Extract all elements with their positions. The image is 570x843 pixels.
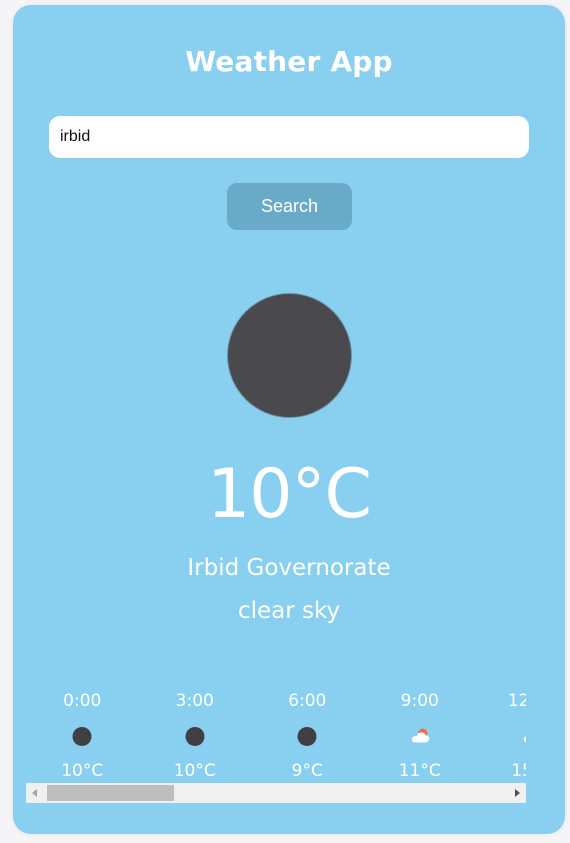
night-clear-icon (72, 727, 92, 746)
forecast-item: 12:00 15°C (476, 685, 526, 785)
forecast-time: 6:00 (288, 691, 327, 711)
weather-description: clear sky (237, 598, 341, 624)
forecast-item: 6:00 9°C (251, 685, 364, 785)
forecast-temp: 10°C (173, 761, 216, 781)
location-name: Irbid Governorate (187, 555, 391, 581)
night-clear-icon (297, 727, 317, 746)
app-title: Weather App (185, 45, 393, 78)
horizontal-scrollbar[interactable] (26, 783, 526, 803)
partly-cloudy-icon (411, 728, 429, 743)
forecast-time: 0:00 (63, 691, 102, 711)
forecast-temp: 9°C (291, 761, 323, 781)
forecast-time: 12:00 (507, 691, 526, 711)
forecast-temp: 10°C (61, 761, 104, 781)
forecast-track: 0:00 10°C 3:00 10°C 6:00 9°C 9:00 11°C 1… (26, 685, 526, 785)
forecast-time: 9:00 (400, 691, 439, 711)
forecast-item: 3:00 10°C (139, 685, 252, 785)
forecast-time: 3:00 (175, 691, 214, 711)
forecast-item: 0:00 10°C (26, 685, 139, 785)
forecast-temp: 11°C (398, 761, 441, 781)
scroll-right-arrow-icon[interactable] (509, 783, 526, 803)
scroll-thumb[interactable] (47, 785, 174, 801)
forecast-item: 9:00 11°C (364, 685, 477, 785)
search-button[interactable]: Search (227, 183, 352, 230)
night-clear-icon (185, 727, 205, 746)
cloudy-icon (524, 736, 526, 743)
night-clear-icon (228, 294, 351, 417)
forecast-temp: 15°C (511, 761, 526, 781)
hourly-forecast[interactable]: 0:00 10°C 3:00 10°C 6:00 9°C 9:00 11°C 1… (26, 685, 526, 785)
city-search-input[interactable] (49, 116, 529, 158)
current-temperature: 10°C (206, 455, 372, 534)
scroll-left-arrow-icon[interactable] (26, 783, 43, 803)
